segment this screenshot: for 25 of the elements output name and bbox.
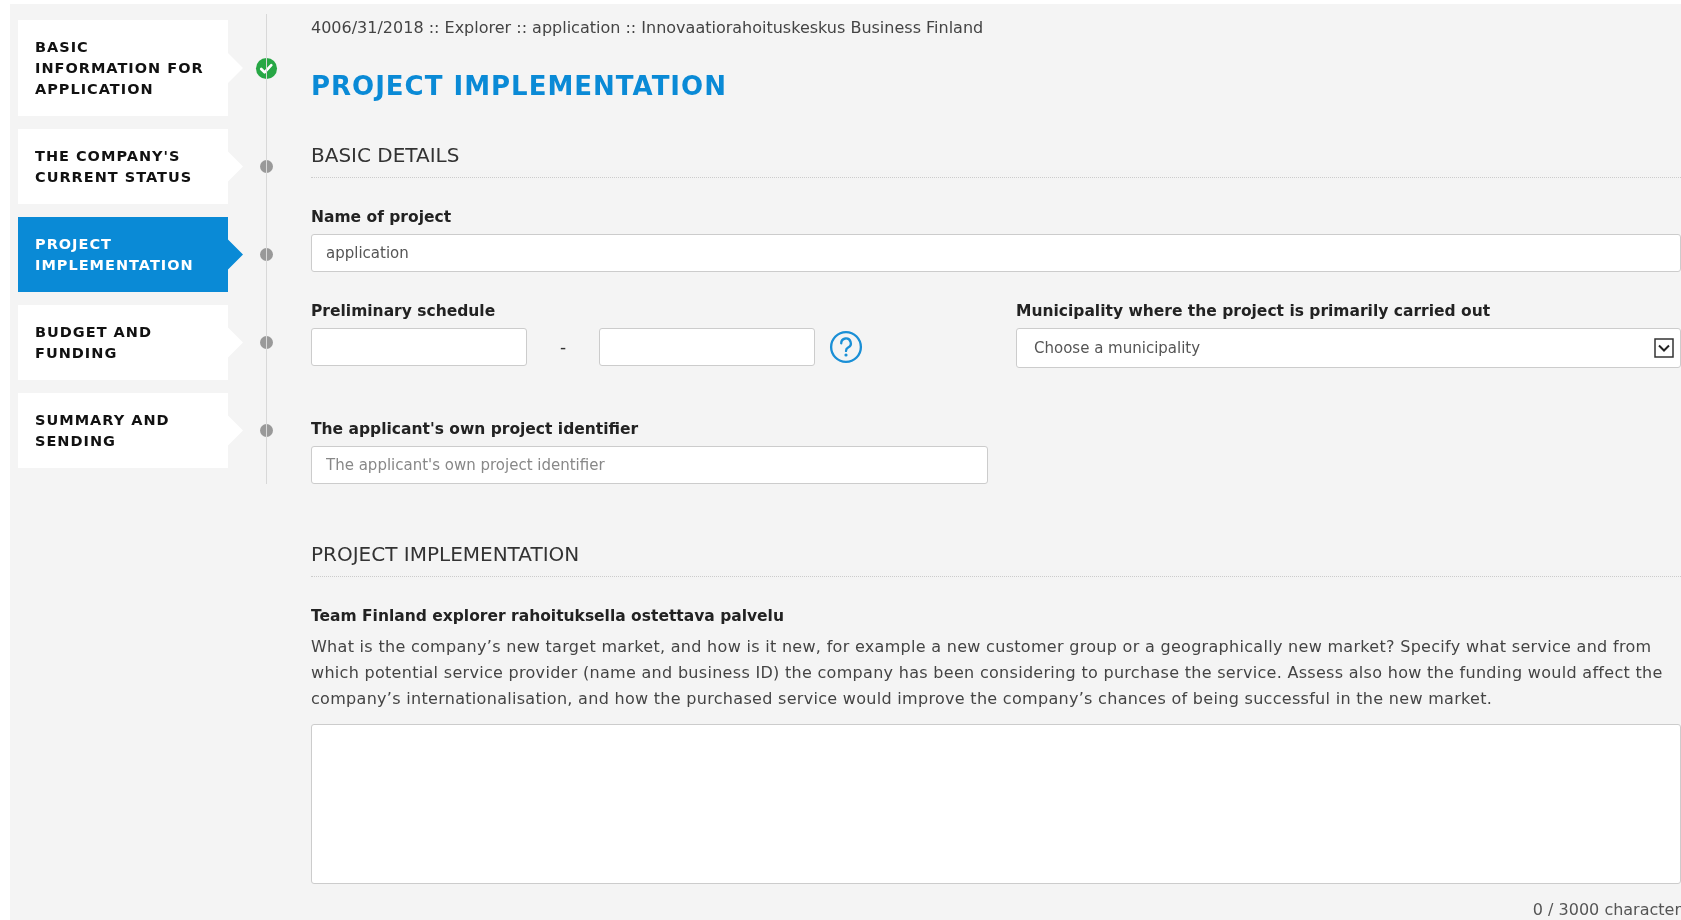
field-label: Name of project (311, 208, 453, 226)
question-text: What is the company’s new target market, and how is it new, for example a new customer group or a geographically new market? Specify what service and from which potential service provider (name and business ID) the company has been considering to purchase the service. Assess also how the funding would affect the company’s internationalisation, and how the purchased service would improve the company’s chances of being successful in the new market. (311, 636, 1664, 710)
field-label: The applicant's own project identifier (311, 420, 640, 438)
date-field[interactable] (599, 328, 815, 366)
municipality-dropdown[interactable]: Choose a municipality (1016, 328, 1681, 368)
breadcrumb: 4006/31/2018 :: Explorer :: application :: Innovaatiorahoituskeskus Business Finland (311, 18, 985, 37)
section-heading: BASIC DETAILS (311, 143, 1681, 178)
input-field[interactable]: application (311, 234, 1681, 272)
answer-box[interactable] (311, 724, 1681, 884)
step-tab[interactable]: THE COMPANY'S CURRENT STATUS (18, 129, 243, 204)
page-title: PROJECT IMPLEMENTATION (311, 71, 728, 101)
date-field[interactable] (311, 328, 527, 366)
help-icon[interactable] (829, 330, 863, 364)
input-field[interactable]: The applicant's own project identifier (311, 446, 988, 484)
field-label: Municipality where the project is primarily carried out (1016, 302, 1492, 320)
section-heading: PROJECT IMPLEMENTATION (311, 542, 1681, 577)
range-separator: - (558, 337, 568, 357)
question-label: Team Finland explorer rahoituksella ostettava palvelu (311, 607, 785, 625)
step-tab[interactable]: BASIC INFORMATION FOR APPLICATION (18, 20, 243, 116)
caret-icon (1654, 338, 1674, 358)
step-tab[interactable]: BUDGET AND FUNDING (18, 305, 243, 380)
character-counter: 0 / 3000 character (1531, 900, 1681, 919)
step-tab[interactable]: SUMMARY AND SENDING (18, 393, 243, 468)
field-label: Preliminary schedule (311, 302, 497, 320)
step-tab[interactable]: PROJECT IMPLEMENTATION (18, 217, 243, 292)
